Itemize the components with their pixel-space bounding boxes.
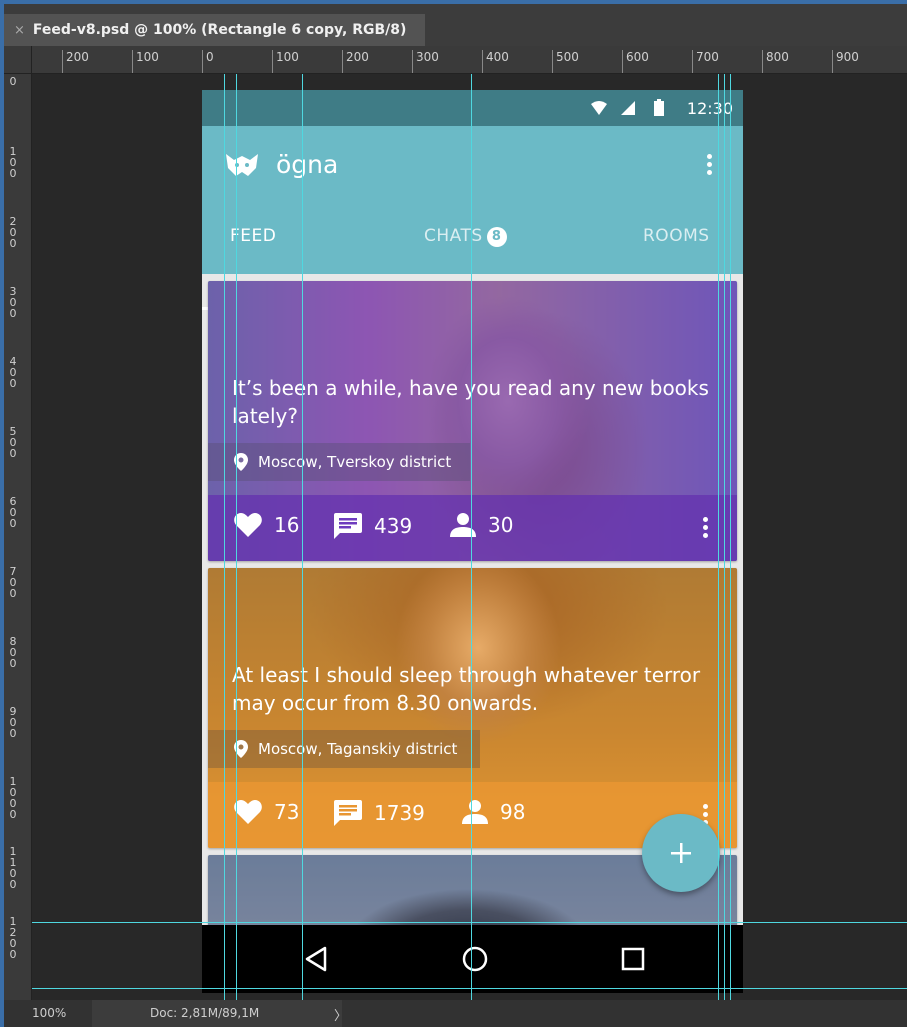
- ruler-label: 1200: [9, 915, 17, 961]
- people-count: 98: [500, 800, 526, 824]
- app-bar: ögna FEED CHATS 8 ROOMS: [202, 126, 743, 310]
- back-icon[interactable]: [303, 946, 329, 972]
- ruler-label: 400: [9, 355, 17, 390]
- location-label: Moscow, Tverskoy district: [258, 453, 452, 471]
- vertical-guide[interactable]: [718, 74, 719, 1000]
- ruler-label: 600: [9, 495, 17, 530]
- fox-logo-icon: [226, 154, 258, 176]
- feed-card[interactable]: It’s been a while, have you read any new…: [208, 281, 737, 561]
- like-stat[interactable]: 16: [234, 513, 299, 537]
- document-tab[interactable]: × Feed-v8.psd @ 100% (Rectangle 6 copy, …: [4, 14, 425, 46]
- wifi-icon: [591, 101, 607, 115]
- battery-icon: [654, 99, 664, 116]
- location-chip[interactable]: Moscow, Tverskoy district: [208, 443, 470, 481]
- ruler-label: 200: [62, 50, 89, 73]
- vertical-guide[interactable]: [224, 74, 225, 1000]
- like-count: 73: [274, 800, 300, 824]
- ruler-label: 500: [9, 425, 17, 460]
- document-title: Feed-v8.psd @ 100% (Rectangle 6 copy, RG…: [32, 22, 407, 38]
- vertical-guide[interactable]: [724, 74, 725, 1000]
- comment-stat[interactable]: 439: [334, 513, 412, 539]
- comment-count: 1739: [374, 801, 425, 825]
- home-icon[interactable]: [461, 945, 489, 973]
- ruler-label: 800: [9, 635, 17, 670]
- ruler-origin[interactable]: [4, 46, 32, 74]
- ruler-label: 500: [552, 50, 579, 73]
- ruler-label: 200: [342, 50, 369, 73]
- ruler-label: 400: [482, 50, 509, 73]
- phone-artboard: 12:30 ögna FEED CHATS 8 ROOMS It’s been a…: [202, 90, 743, 993]
- location-chip[interactable]: Moscow, Taganskiy district: [208, 730, 480, 768]
- ruler-label: 1100: [9, 845, 17, 891]
- person-icon: [450, 513, 476, 537]
- horizontal-guide[interactable]: [32, 988, 907, 989]
- ruler-label: 900: [832, 50, 859, 73]
- signal-icon: [621, 101, 635, 115]
- feed-card[interactable]: At least I should sleep through whatever…: [208, 568, 737, 848]
- ruler-label: 300: [9, 285, 17, 320]
- ruler-label: 700: [692, 50, 719, 73]
- ruler-label: 100: [272, 50, 299, 73]
- ruler-label: 200: [9, 215, 17, 250]
- ruler-label: 700: [9, 565, 17, 600]
- like-count: 16: [274, 513, 300, 537]
- heart-icon: [234, 513, 262, 537]
- ruler-label: 100: [132, 50, 159, 73]
- people-count: 30: [488, 513, 514, 537]
- comment-count: 439: [374, 514, 413, 538]
- vertical-ruler[interactable]: 0 100 200 300 400 500 600 700 800 900 10…: [4, 74, 32, 1000]
- document-tab-bar: × Feed-v8.psd @ 100% (Rectangle 6 copy, …: [4, 4, 907, 46]
- comment-stat[interactable]: 1739: [334, 800, 425, 826]
- android-status-bar: 12:30: [202, 90, 743, 126]
- ruler-label: 0: [202, 50, 214, 73]
- plus-icon: [671, 843, 691, 863]
- ruler-label: 100: [9, 145, 17, 180]
- photoshop-window: × Feed-v8.psd @ 100% (Rectangle 6 copy, …: [4, 4, 907, 1027]
- ruler-label: 800: [762, 50, 789, 73]
- horizontal-guide[interactable]: [32, 922, 907, 923]
- tab-rooms[interactable]: ROOMS: [643, 226, 710, 246]
- tab-chats[interactable]: CHATS 8: [424, 226, 507, 247]
- person-icon: [462, 800, 488, 824]
- unread-badge: 8: [486, 227, 507, 247]
- ruler-label: 0: [9, 75, 17, 88]
- more-options-icon[interactable]: [702, 152, 716, 182]
- app-name: ögna: [276, 150, 339, 179]
- horizontal-ruler[interactable]: 200 100 0 100 200 300 400 500 600 700 80…: [32, 46, 907, 74]
- zoom-level[interactable]: 100%: [32, 1006, 66, 1020]
- close-tab-icon[interactable]: ×: [14, 23, 25, 38]
- add-post-button[interactable]: [642, 814, 720, 892]
- tab-chats-label: CHATS: [424, 226, 483, 246]
- card-more-icon[interactable]: [700, 517, 710, 541]
- document-status-bar: 100% Doc: 2,81M/89,1M 〉: [4, 1000, 907, 1027]
- ruler-label: 900: [9, 705, 17, 740]
- vertical-guide[interactable]: [302, 74, 303, 1000]
- people-stat[interactable]: 30: [450, 513, 513, 537]
- vertical-guide[interactable]: [730, 74, 731, 1000]
- android-nav-bar: [202, 925, 743, 993]
- status-time: 12:30: [686, 99, 733, 118]
- vertical-guide[interactable]: [471, 74, 472, 1000]
- doc-size-info: Doc: 2,81M/89,1M: [150, 1006, 260, 1020]
- post-text: It’s been a while, have you read any new…: [232, 376, 709, 428]
- location-label: Moscow, Taganskiy district: [258, 740, 458, 758]
- vertical-guide[interactable]: [236, 74, 237, 1000]
- comment-icon: [334, 513, 362, 539]
- like-stat[interactable]: 73: [234, 800, 299, 824]
- post-text: At least I should sleep through whatever…: [232, 663, 701, 715]
- heart-icon: [234, 800, 262, 824]
- ruler-label: 600: [622, 50, 649, 73]
- ruler-label: 1000: [9, 775, 17, 821]
- ruler-label: 300: [412, 50, 439, 73]
- comment-icon: [334, 800, 362, 826]
- recents-icon[interactable]: [621, 947, 645, 971]
- status-menu-arrow-icon[interactable]: 〉: [334, 1005, 347, 1024]
